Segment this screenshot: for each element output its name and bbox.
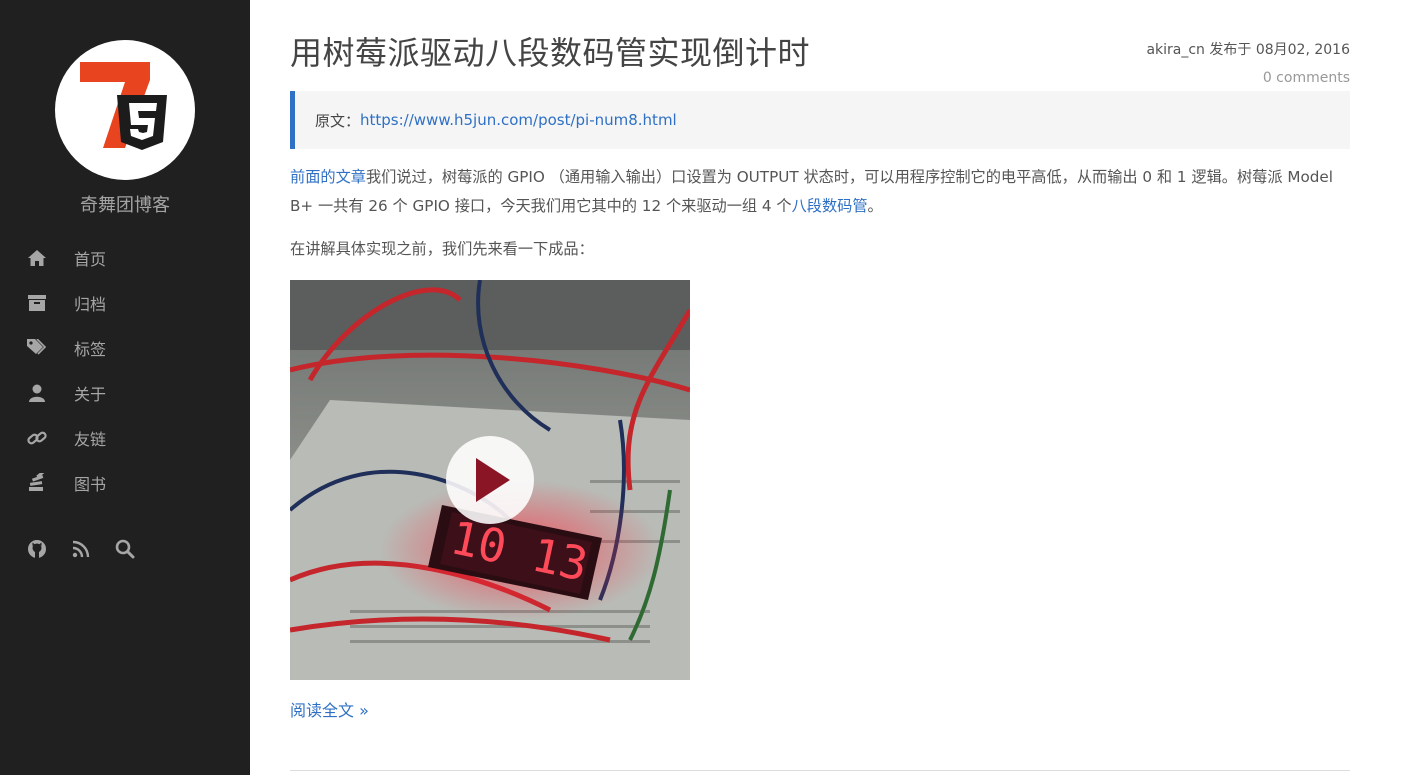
quote-prefix: 原文： (315, 111, 361, 130)
post-author[interactable]: akira_cn (1146, 42, 1204, 58)
link-icon (27, 428, 47, 448)
nav-item-archive[interactable]: 归档 (0, 280, 250, 325)
user-icon (27, 383, 47, 403)
nav-label: 关于 (74, 384, 107, 404)
nav-label: 归档 (74, 294, 107, 314)
post-date: 08月02, 2016 (1255, 42, 1350, 58)
preview-paragraph: 在讲解具体实现之前，我们先来看一下成品： (290, 240, 594, 258)
main-content: 用树莓派驱动八段数码管实现倒计时 akira_cn 发布于 08月02, 201… (290, 0, 1350, 775)
comments-count[interactable]: 0 comments (1146, 64, 1350, 92)
main-nav: 首页 归档 标签 关于 友链 图书 (0, 235, 250, 505)
seven-segment-link[interactable]: 八段数码管 (792, 197, 868, 215)
site-name[interactable]: 奇舞团博客 (0, 191, 250, 217)
nav-item-tags[interactable]: 标签 (0, 325, 250, 370)
rss-icon[interactable] (71, 538, 91, 560)
search-icon[interactable] (115, 538, 135, 560)
tags-icon (27, 338, 47, 358)
post-byline: akira_cn 发布于 08月02, 2016 (1146, 36, 1350, 64)
published-label: 发布于 (1209, 42, 1252, 58)
nav-item-home[interactable]: 首页 (0, 235, 250, 280)
site-logo[interactable] (55, 40, 195, 180)
book-icon (27, 472, 47, 493)
previous-article-link[interactable]: 前面的文章 (290, 168, 366, 186)
source-quote: 原文： https://www.h5jun.com/post/pi-num8.ht… (290, 91, 1350, 149)
nav-label: 友链 (74, 429, 107, 449)
social-links (0, 538, 250, 560)
nav-label: 标签 (74, 339, 107, 359)
intro-paragraph: 前面的文章我们说过，树莓派的 GPIO （通用输入输出）口设置为 OUTPUT … (290, 163, 1350, 221)
nav-label: 首页 (74, 249, 107, 269)
nav-item-links[interactable]: 友链 (0, 415, 250, 460)
sidebar: 奇舞团博客 首页 归档 标签 关于 友链 图书 (0, 0, 250, 775)
home-icon (27, 248, 47, 268)
post-title[interactable]: 用树莓派驱动八段数码管实现倒计时 (290, 28, 810, 74)
github-icon[interactable] (27, 538, 47, 560)
nav-label: 图书 (74, 474, 107, 494)
post-divider (290, 770, 1350, 771)
nav-item-books[interactable]: 图书 (0, 460, 250, 505)
source-link[interactable]: https://www.h5jun.com/post/pi-num8.html (360, 111, 677, 129)
video-thumbnail: 10 13 (290, 280, 690, 680)
demo-video[interactable]: 10 13 (290, 280, 690, 680)
nav-item-about[interactable]: 关于 (0, 370, 250, 415)
post-meta: akira_cn 发布于 08月02, 2016 0 comments (1146, 36, 1350, 92)
intro-end: 。 (867, 197, 883, 215)
read-more-link[interactable]: 阅读全文 » (290, 697, 369, 721)
archive-icon (27, 293, 47, 313)
